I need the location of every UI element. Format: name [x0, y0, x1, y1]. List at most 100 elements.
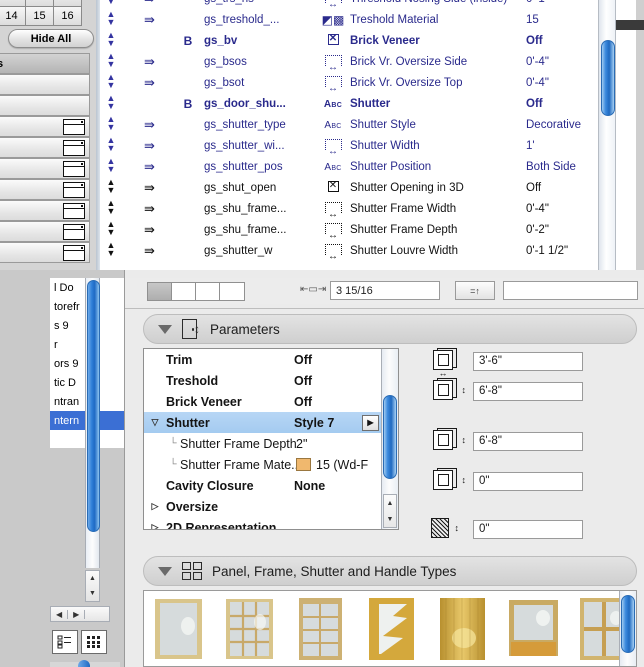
parameter-tree-row[interactable]: ▷ Oversize: [144, 496, 381, 517]
object-list-hscrollbar[interactable]: ◀ ▶: [50, 606, 110, 622]
parameter-tree-row[interactable]: └ Shutter Frame Depth 2": [144, 433, 381, 454]
tree-row-value[interactable]: Off: [294, 353, 381, 367]
parameter-tree-row[interactable]: ▽ Shutter Style 7 ▶: [144, 412, 381, 433]
script-window-icon[interactable]: [63, 139, 85, 156]
background-nav-item[interactable]: ipt: [0, 137, 90, 158]
thumbnail-item[interactable]: [150, 596, 207, 666]
scroll-up-icon[interactable]: ▲: [89, 575, 96, 582]
sort-handle-icon[interactable]: ▲▼: [96, 31, 126, 49]
parameter-row[interactable]: ▲▼⇛ gs_trs_ns Threshold Nosing Side (insid…: [96, 0, 644, 10]
parameter-tree-scroll-thumb[interactable]: [383, 395, 397, 479]
day-cell[interactable]: 16: [53, 6, 82, 26]
parameter-variable-name[interactable]: gs_shu_frame...: [204, 224, 316, 236]
parameter-variable-name[interactable]: gs_shutter_w: [204, 245, 316, 257]
hscroll-right-icon[interactable]: ▶: [68, 609, 86, 619]
background-nav-item[interactable]: Script: [0, 221, 90, 242]
object-list-scroll-thumb[interactable]: [87, 280, 100, 532]
thumbnail-item[interactable]: [363, 596, 420, 666]
parameter-tree-items[interactable]: Trim Off Treshold Off Brick Veneer Off ▽ Shutte…: [144, 349, 381, 529]
anchor-option-3[interactable]: [196, 283, 220, 300]
parameter-tree-scrollbar[interactable]: ▲ ▼: [381, 349, 398, 529]
parameter-tree-row[interactable]: Treshold Off: [144, 370, 381, 391]
parameter-tree-row[interactable]: Trim Off: [144, 349, 381, 370]
list-view-icon[interactable]: [52, 630, 78, 654]
sort-handle-icon[interactable]: ▲▼: [96, 115, 126, 133]
parameter-variable-name[interactable]: gs_shutter_wi...: [204, 140, 316, 152]
sort-handle-icon[interactable]: ▲▼: [96, 157, 126, 175]
parameter-row[interactable]: ▲ ▼ ⇛ gs_treshold_... ◩▩ Treshold Material 15: [96, 9, 644, 30]
sort-handle-icon[interactable]: ▲▼: [96, 94, 126, 112]
parameter-row[interactable]: ▲▼⇛gs_shu_frame...Shutter Frame Depth0'-…: [96, 219, 644, 241]
background-nav-item[interactable]: onents: [0, 74, 90, 95]
parameter-tree-row[interactable]: Brick Veneer Off: [144, 391, 381, 412]
script-window-icon[interactable]: [63, 202, 85, 219]
six-lite-door-icon[interactable]: [221, 596, 278, 662]
parameter-variable-name[interactable]: gs_treshold_...: [204, 14, 316, 26]
day-number-grid[interactable]: 567813141516: [0, 0, 82, 26]
parameter-variable-name[interactable]: gs_bsot: [204, 77, 316, 89]
sort-handle-icon[interactable]: ▲▼: [96, 52, 126, 70]
tree-row-value[interactable]: 15 (Wd-F: [296, 458, 381, 472]
script-window-icon[interactable]: [63, 244, 85, 261]
tree-disclosure-icon[interactable]: ▷: [144, 501, 166, 512]
parameter-row[interactable]: ▲▼Bgs_bvBrick VeneerOff: [96, 30, 644, 51]
script-window-icon[interactable]: [63, 223, 85, 240]
style-popup-button[interactable]: ▶: [362, 414, 379, 431]
parameter-variable-name[interactable]: gs_shutter_type: [204, 119, 316, 131]
tree-row-value[interactable]: None: [294, 479, 381, 493]
dimension-input[interactable]: 6'-8": [473, 381, 583, 401]
grid-view-icon[interactable]: [81, 630, 107, 654]
anchor-option-1[interactable]: [148, 283, 172, 300]
thumbnail-item[interactable]: [434, 596, 491, 666]
solid-wood-door-icon[interactable]: [434, 596, 491, 662]
anchor-point-selector[interactable]: [147, 282, 245, 301]
sort-handle-icon[interactable]: ▲▼: [96, 241, 126, 259]
parameter-row[interactable]: ▲ ▼ ⇛ gs_shutter_type Abc Shutter Style Decora…: [96, 114, 644, 135]
tree-row-value[interactable]: 2": [296, 437, 381, 451]
align-button[interactable]: =↑: [455, 281, 495, 300]
parameter-row[interactable]: ▲▼⇛gs_shut_openShutter Opening in 3DOff: [96, 177, 644, 198]
parameter-tree-scroll-arrows[interactable]: ▲ ▼: [383, 494, 397, 528]
parameter-row[interactable]: ▲▼⇛gs_bsosBrick Vr. Oversize Side0'-4": [96, 51, 644, 73]
dimension-input[interactable]: 6'-8": [473, 431, 583, 451]
sort-handle-icon[interactable]: ▲▼: [96, 220, 126, 238]
anchor-option-4[interactable]: [220, 283, 244, 300]
day-cell[interactable]: 15: [25, 6, 54, 26]
arrow-panel-door-icon[interactable]: [363, 596, 420, 662]
thumbnail-scrollbar[interactable]: [619, 591, 636, 666]
parameter-row[interactable]: ▲ ▼ Bgs_door_shu... Abc Shutter Off: [96, 93, 644, 114]
thumbnail-scroll-thumb[interactable]: [621, 595, 635, 653]
parameter-variable-name[interactable]: gs_shut_open: [204, 182, 316, 194]
thumbnail-item[interactable]: [221, 596, 278, 666]
background-nav-item[interactable]: riptors: [0, 95, 90, 116]
parameter-variable-name[interactable]: gs_shutter_pos: [204, 161, 316, 173]
parameter-tree-row[interactable]: └ Shutter Frame Mate... 15 (Wd-F: [144, 454, 381, 475]
parameter-row[interactable]: ▲ ▼ ⇛ gs_shutter_pos Abc Shutter Position Both…: [96, 156, 644, 177]
thumbnail-item[interactable]: [505, 596, 562, 666]
object-list-scroll-arrows[interactable]: ▲ ▼: [85, 570, 100, 602]
parameter-variable-name[interactable]: gs_bv: [204, 35, 316, 47]
background-nav-item[interactable]: Script: [0, 200, 90, 221]
background-nav-item[interactable]: meters: [0, 53, 90, 74]
parameter-variable-name[interactable]: gs_trs_ns: [204, 0, 316, 5]
sort-handle-icon[interactable]: ▲▼: [96, 0, 126, 7]
tree-disclosure-icon[interactable]: ▽: [144, 417, 166, 428]
hscroll-left-icon[interactable]: ◀: [51, 609, 69, 619]
secondary-input[interactable]: [503, 281, 638, 300]
tree-scroll-up-icon[interactable]: ▲: [387, 500, 394, 507]
background-nav-item[interactable]: ent: [0, 242, 90, 263]
day-cell[interactable]: 14: [0, 6, 26, 26]
parameter-variable-name[interactable]: gs_bsos: [204, 56, 316, 68]
background-nav-item[interactable]: Script: [0, 179, 90, 200]
parameter-row[interactable]: ▲▼⇛gs_bsotBrick Vr. Oversize Top0'-4": [96, 72, 644, 94]
sort-handle-icon[interactable]: ▲▼: [96, 136, 126, 154]
script-window-icon[interactable]: [63, 160, 85, 177]
plain-glass-door-icon[interactable]: [150, 596, 207, 662]
thickness-input[interactable]: 3 15/16: [330, 281, 440, 300]
eight-lite-door-icon[interactable]: [292, 596, 349, 662]
sort-handle-icon[interactable]: ▲▼: [96, 10, 126, 28]
thumbnail-item[interactable]: [292, 596, 349, 666]
types-section-header[interactable]: Panel, Frame, Shutter and Handle Types: [143, 556, 637, 586]
chevron-down-icon-types[interactable]: [158, 566, 172, 576]
parameter-table-scrollbar[interactable]: [598, 0, 616, 270]
